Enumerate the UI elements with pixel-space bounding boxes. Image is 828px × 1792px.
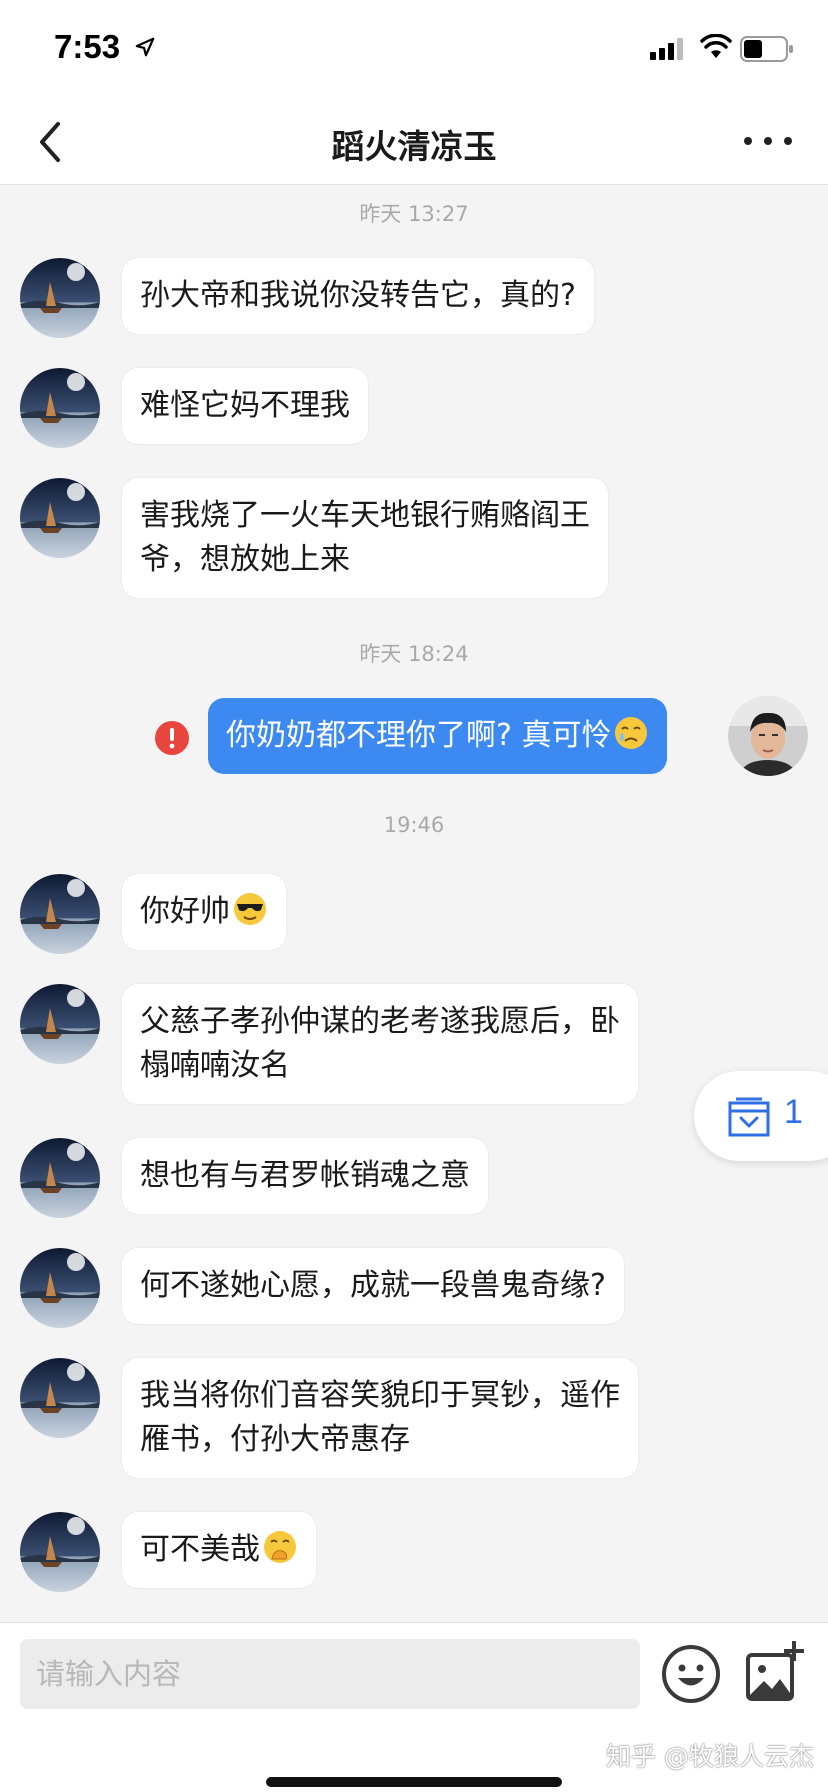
image-upload-icon[interactable]: [744, 1639, 806, 1705]
nav-bar: 蹈火清凉玉: [0, 100, 828, 185]
message-bubble-incoming[interactable]: 难怪它妈不理我: [122, 368, 368, 444]
inbox-down-icon: [728, 1097, 770, 1137]
avatar[interactable]: [20, 1512, 100, 1592]
message-input[interactable]: [20, 1639, 640, 1709]
message-bubble-incoming[interactable]: 我当将你们音容笑貌印于冥钞，遥作 雁书，付孙大帝惠存: [122, 1358, 638, 1478]
timestamp: 昨天 18:24: [359, 642, 469, 666]
message-bubble-incoming[interactable]: 何不遂她心愿，成就一段兽鬼奇缘?: [122, 1248, 624, 1324]
watermark: 知乎 @牧狼人云杰: [606, 1742, 814, 1771]
message-bubble-incoming[interactable]: 害我烧了一火车天地银行贿赂阎王 爷，想放她上来: [122, 478, 608, 598]
message-text-line: 害我烧了一火车天地银行贿赂阎王: [140, 498, 590, 533]
avatar[interactable]: [20, 478, 100, 558]
avatar[interactable]: [20, 984, 100, 1064]
status-bar: 7:53: [0, 0, 828, 100]
my-avatar[interactable]: [728, 696, 808, 776]
emoji-picker-icon[interactable]: [660, 1643, 722, 1705]
avatar[interactable]: [20, 258, 100, 338]
timestamp: 昨天 13:27: [359, 202, 469, 226]
message-bubble-incoming[interactable]: 父慈子孝孙仲谋的老考遂我愿后，卧 榻喃喃汝名: [122, 984, 638, 1104]
message-text: 你好帅: [140, 894, 230, 929]
avatar[interactable]: [20, 1138, 100, 1218]
status-time: 7:53: [54, 28, 121, 65]
message-text-line: 父慈子孝孙仲谋的老考遂我愿后，卧: [140, 1004, 620, 1039]
avatar[interactable]: [20, 874, 100, 954]
message-bubble-incoming[interactable]: 孙大帝和我说你没转告它，真的?: [122, 258, 594, 334]
message-text: 难怪它妈不理我: [140, 388, 350, 423]
hand-over-mouth-emoji: [264, 1531, 296, 1563]
message-text: 想也有与君罗帐销魂之意: [140, 1158, 470, 1193]
message-text: 你奶奶都不理你了啊? 真可怜: [226, 718, 612, 753]
message-bubble-outgoing[interactable]: 你奶奶都不理你了啊? 真可怜: [208, 698, 668, 774]
chat-title: 蹈火清凉玉: [331, 127, 497, 166]
error-icon[interactable]: [155, 721, 189, 755]
signal-icon: [650, 38, 683, 60]
message-text-line: 我当将你们音容笑貌印于冥钞，遥作: [140, 1378, 620, 1413]
unread-messages-tab[interactable]: 1: [694, 1071, 828, 1161]
more-dots-icon[interactable]: [738, 118, 798, 164]
home-indicator: [266, 1777, 562, 1787]
battery-icon: [740, 36, 793, 62]
message-text-line: 榻喃喃汝名: [140, 1048, 290, 1083]
message-text-line: 雁书，付孙大帝惠存: [140, 1422, 410, 1457]
chat-screen: 7:53 蹈火清凉玉 昨天 13:27 孙大帝和我说你没转告它，真的? 难怪它妈…: [0, 0, 828, 1792]
crying-face-emoji: [615, 717, 648, 749]
message-text: 何不遂她心愿，成就一段兽鬼奇缘?: [140, 1268, 606, 1303]
message-bubble-incoming[interactable]: 想也有与君罗帐销魂之意: [122, 1138, 488, 1214]
message-bubble-incoming[interactable]: 可不美哉: [122, 1512, 316, 1588]
message-text-line: 爷，想放她上来: [140, 542, 350, 577]
avatar[interactable]: [20, 1358, 100, 1438]
avatar[interactable]: [20, 1248, 100, 1328]
location-arrow-icon: [135, 37, 155, 57]
unread-count: 1: [784, 1093, 803, 1131]
input-bar: 知乎 @牧狼人云杰: [0, 1622, 828, 1792]
wifi-icon: [700, 34, 732, 58]
avatar[interactable]: [20, 368, 100, 448]
message-text: 可不美哉: [140, 1532, 260, 1567]
message-text: 孙大帝和我说你没转告它，真的?: [140, 278, 576, 313]
message-bubble-incoming[interactable]: 你好帅: [122, 874, 286, 950]
sunglasses-face-emoji: [234, 893, 266, 925]
timestamp: 19:46: [383, 813, 445, 837]
